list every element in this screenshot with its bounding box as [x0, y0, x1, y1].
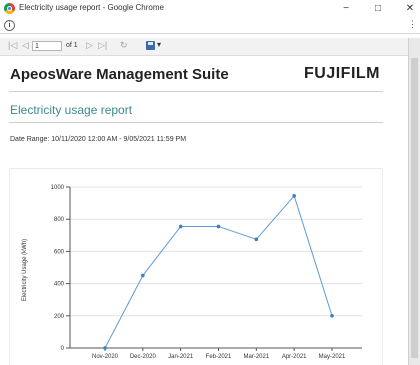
data-point: [178, 224, 183, 229]
data-point: [103, 346, 107, 350]
series-line: [104, 194, 333, 349]
data-point: [292, 194, 296, 198]
y-tick-label: 600: [54, 249, 65, 255]
x-tick-label: May-2021: [319, 354, 346, 360]
data-point: [216, 224, 221, 229]
y-tick-label: 1000: [51, 185, 65, 191]
x-tick-label: Nov-2020: [92, 354, 119, 360]
y-tick-label: 0: [61, 346, 65, 352]
data-point: [330, 314, 334, 318]
x-tick-label: Apr-2021: [282, 354, 307, 360]
y-tick-label: 800: [54, 217, 65, 223]
y-tick-label: 400: [54, 282, 65, 288]
y-axis-label: Electricity Usage (kWh): [22, 238, 28, 302]
x-tick-label: Dec-2020: [130, 354, 157, 360]
y-tick-label: 200: [54, 314, 65, 320]
x-tick-label: Mar-2021: [243, 354, 269, 360]
usage-line-chart: 0 200 400 600 800 1000 Nov-2020 Dec-2020 Jan-202…: [51, 185, 362, 360]
data-point: [254, 237, 259, 242]
x-tick-label: Feb-2021: [206, 354, 232, 360]
data-point: [141, 273, 145, 278]
x-tick-label: Jan-2021: [168, 354, 194, 360]
